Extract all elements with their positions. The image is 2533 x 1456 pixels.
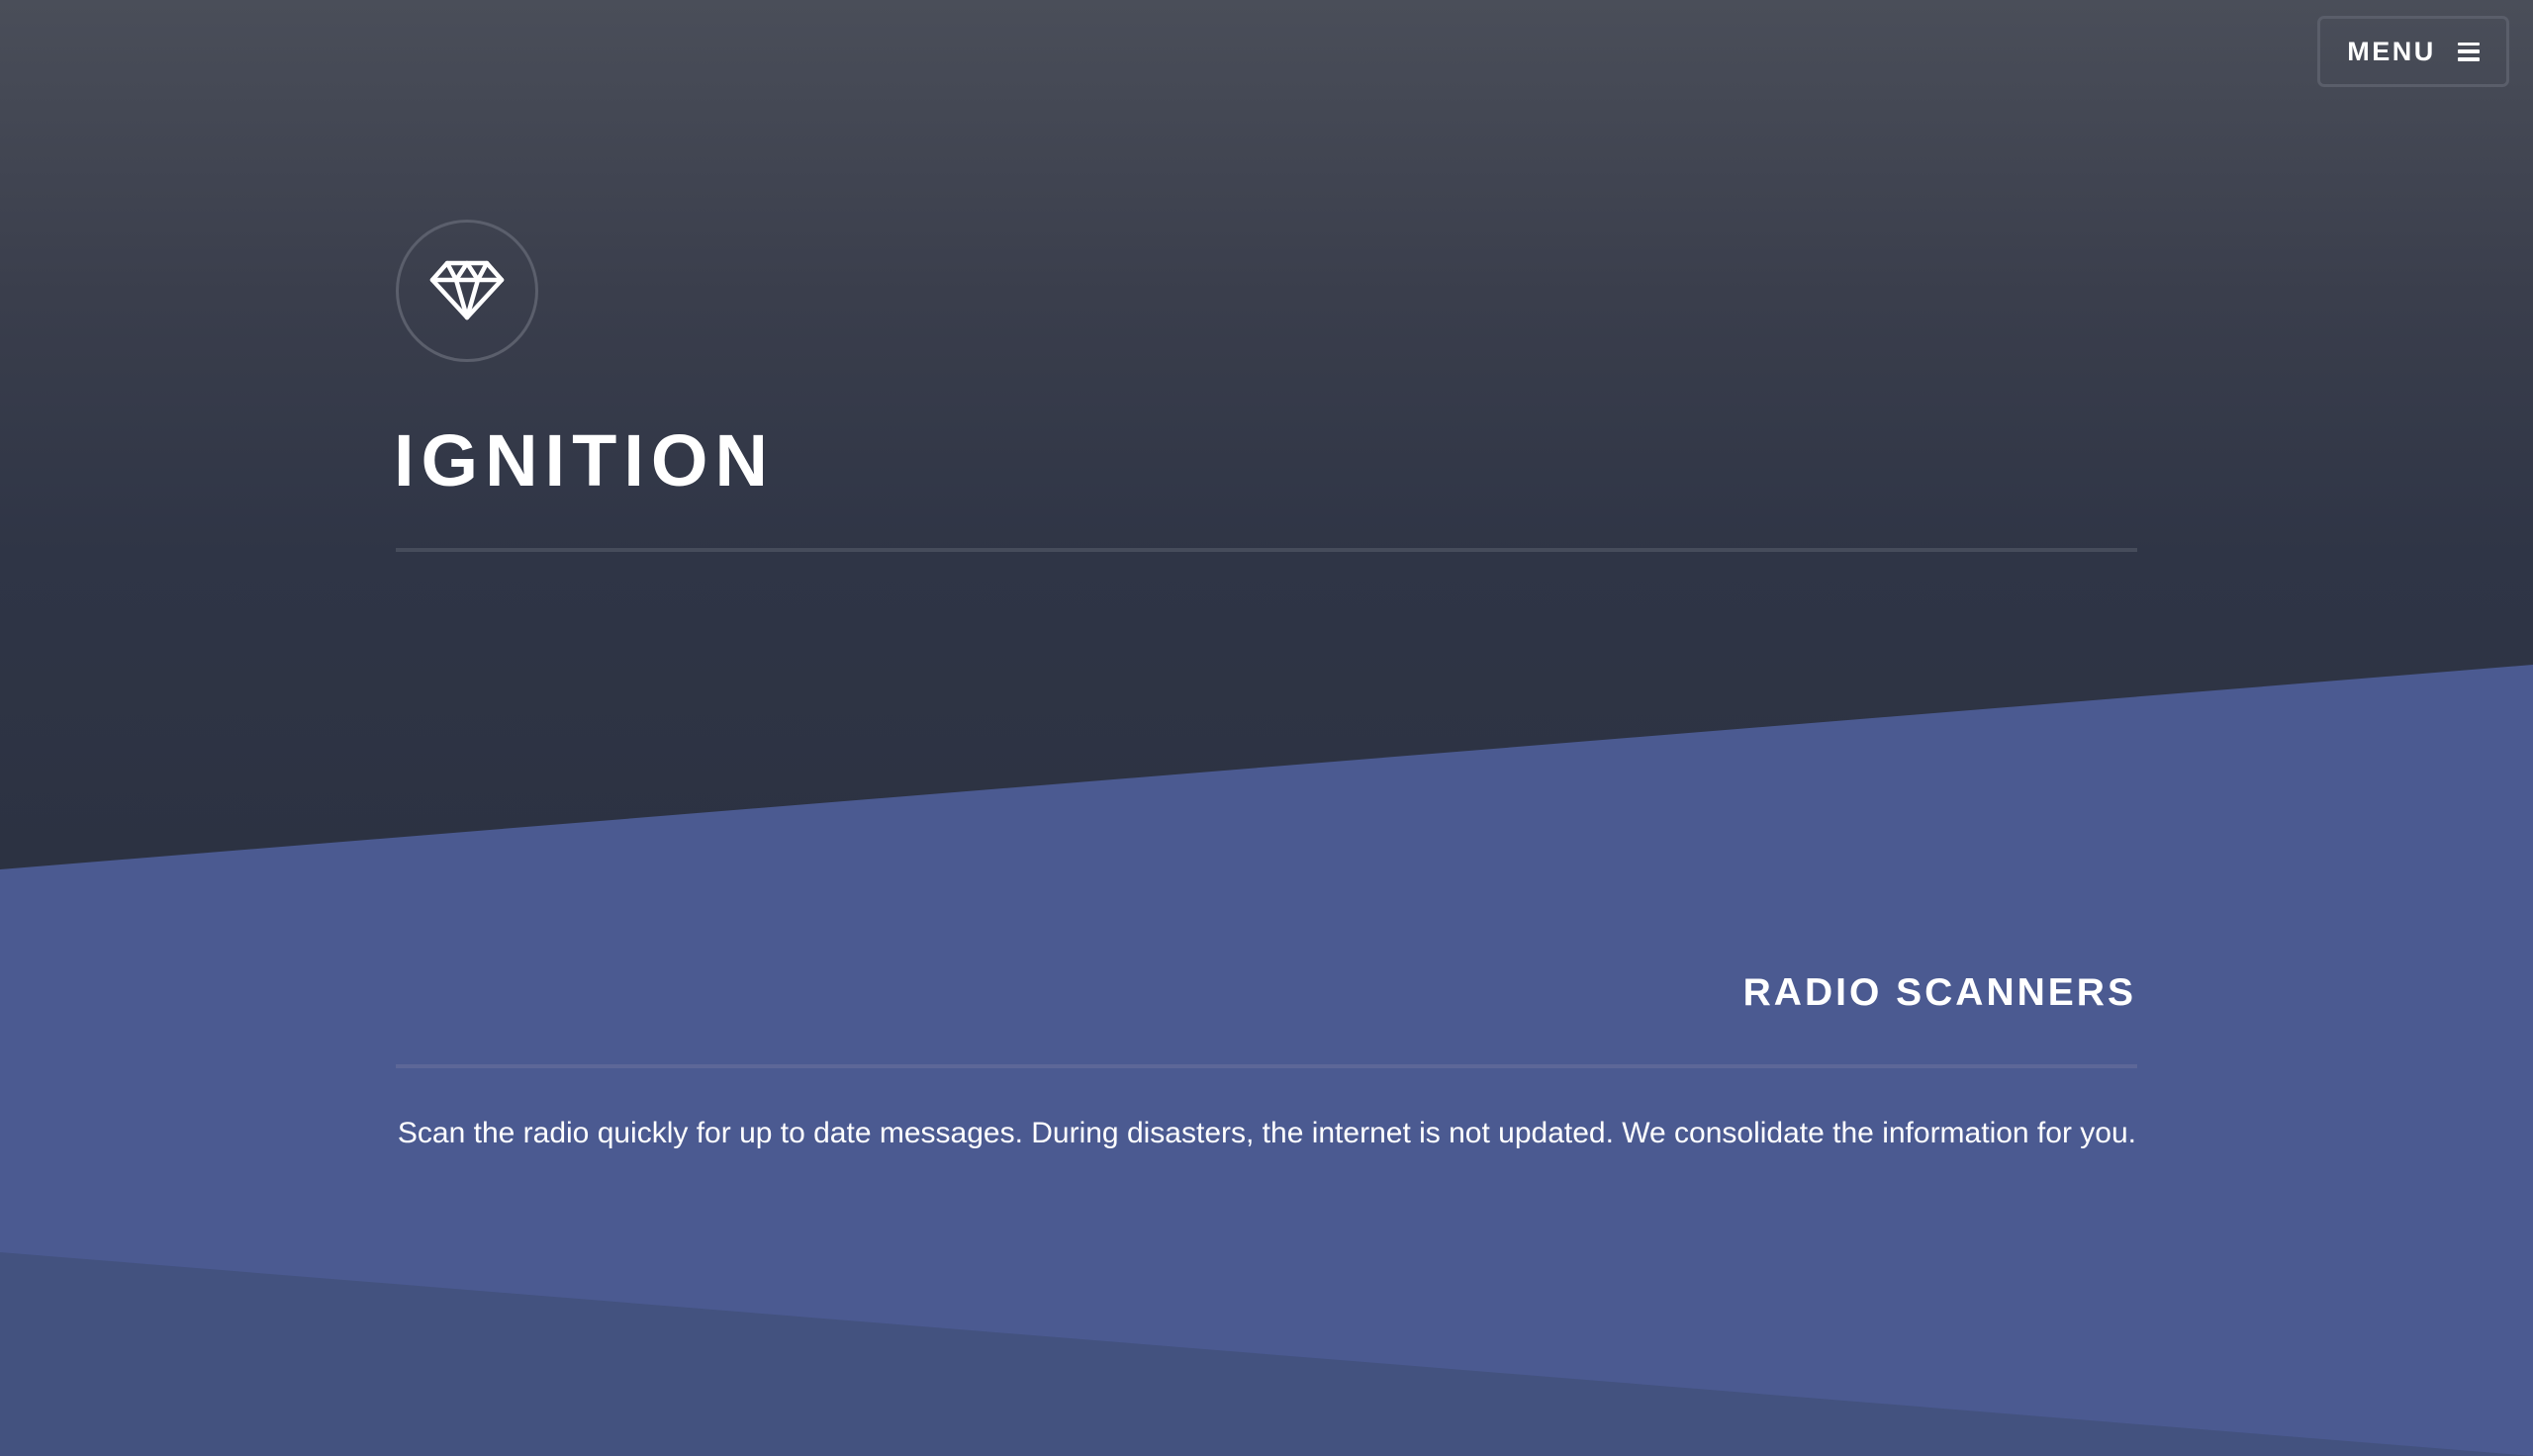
page: MENU IGNITION RADIO SCANNERS Scan the ra… <box>0 0 2533 1456</box>
title-divider <box>396 548 2137 552</box>
menu-button[interactable]: MENU <box>2317 16 2509 87</box>
diamond-icon <box>429 260 505 320</box>
section-divider <box>396 1064 2137 1068</box>
section-background <box>0 665 2533 1456</box>
logo-badge <box>396 220 538 362</box>
hamburger-icon <box>2457 42 2480 61</box>
site-title: IGNITION <box>394 419 775 501</box>
section-description: Scan the radio quickly for up to date me… <box>397 1117 2136 1149</box>
section-heading: RADIO SCANNERS <box>1742 971 2136 1014</box>
menu-label: MENU <box>2347 36 2436 66</box>
